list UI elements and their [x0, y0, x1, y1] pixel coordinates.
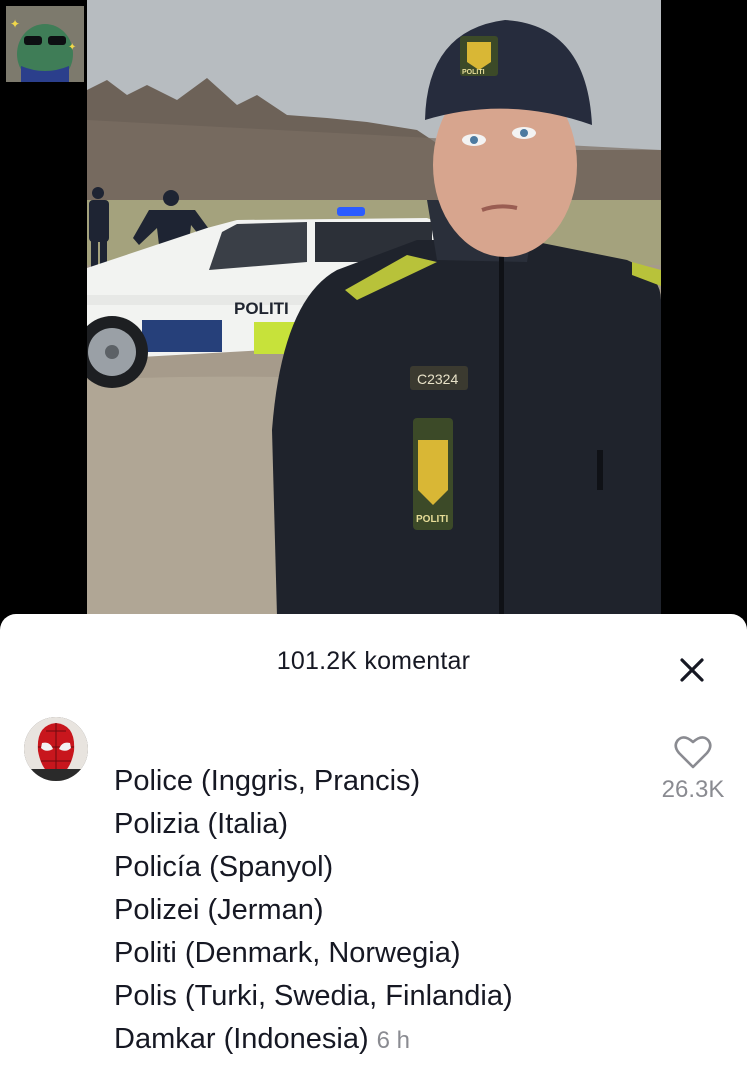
comment-line-last: Damkar (Indonesia) 6 h: [114, 1018, 513, 1062]
comment-line: Polis (Turki, Swedia, Finlandia): [114, 980, 513, 1012]
comment-line: Policía (Spanyol): [114, 851, 334, 883]
close-icon: [680, 658, 704, 682]
svg-text:POLITI: POLITI: [462, 69, 485, 76]
svg-text:C2324: C2324: [417, 371, 458, 387]
comment-line-text: Damkar (Indonesia): [114, 1023, 369, 1055]
comment-timestamp: 6 h: [376, 1027, 411, 1054]
svg-text:✦: ✦: [10, 17, 20, 31]
comments-count-title: 101.2K komentar: [276, 647, 471, 675]
comment-line: Polizei (Jerman): [114, 894, 324, 926]
comment-line: Police (Inggris, Prancis): [114, 765, 421, 797]
video-frame-image: POLITI C2324 POLITI POLITI: [87, 0, 661, 616]
comment-line: Politi (Denmark, Norwegia): [114, 937, 461, 969]
comments-panel: 101.2K komentar Police (Inggris, Prancis…: [0, 614, 747, 1080]
close-button[interactable]: [672, 650, 712, 690]
like-button[interactable]: 26.3K: [650, 734, 736, 804]
comment-line: Polizia (Italia): [114, 808, 289, 840]
comment-text: Police (Inggris, Prancis) Polizia (Itali…: [114, 760, 513, 1062]
svg-text:POLITI: POLITI: [416, 514, 448, 525]
comment-item: Police (Inggris, Prancis) Polizia (Itali…: [0, 714, 747, 1064]
creator-thumbnail: ✦ ✦: [6, 6, 84, 82]
heart-outline-icon: [674, 736, 712, 769]
like-count: 26.3K: [661, 776, 725, 803]
svg-text:✦: ✦: [68, 42, 76, 53]
video-player[interactable]: POLITI C2324 POLITI POLITI ✦ ✦: [0, 0, 747, 616]
avatar[interactable]: [24, 717, 88, 781]
svg-text:POLITI: POLITI: [234, 299, 289, 318]
